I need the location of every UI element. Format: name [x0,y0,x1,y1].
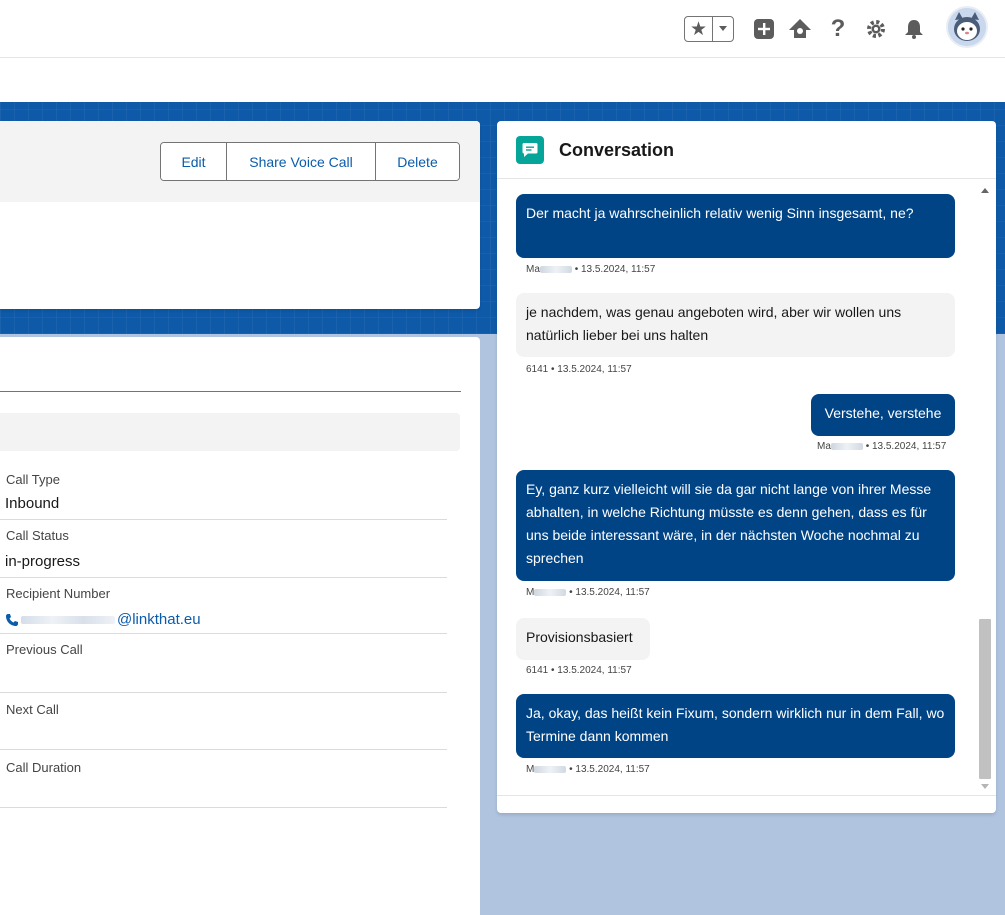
field-call-type: Call Type Inbound [0,466,447,520]
message-outgoing: Der macht ja wahrscheinlich relativ weni… [516,194,955,258]
recipient-domain: @linkthat.eu [117,611,201,628]
message-incoming: Provisionsbasiert [516,618,650,660]
message-meta: 6141 • 13.5.2024, 11:57 [526,364,632,375]
message-timestamp: • 13.5.2024, 11:57 [865,441,947,452]
share-voice-call-button[interactable]: Share Voice Call [227,143,376,180]
redacted-text [534,765,567,773]
add-icon[interactable] [752,17,776,41]
conversation-panel: Conversation Der macht ja wahrscheinlich… [497,121,996,813]
message-outgoing: Verstehe, verstehe [811,394,955,436]
message-meta: Ma • 13.5.2024, 11:57 [817,441,946,452]
message-outgoing: Ey, ganz kurz vielleicht will sie da gar… [516,470,955,581]
field-next-call: Next Call [0,693,447,750]
scroll-thumb[interactable] [979,619,991,779]
global-header: ★ ? [0,0,1005,58]
section-header[interactable] [0,413,460,451]
redacted-text [539,265,572,273]
message-meta: 6141 • 13.5.2024, 11:57 [526,665,632,676]
record-highlights-header: Edit Share Voice Call Delete [0,121,480,202]
delete-button[interactable]: Delete [376,143,459,180]
scroll-up-icon[interactable] [981,188,989,193]
trailhead-icon[interactable] [788,17,812,41]
field-value: Inbound [5,495,60,512]
conversation-title: Conversation [559,140,675,160]
redacted-text [534,588,567,596]
field-label: Call Status [6,528,69,543]
conversation-header: Conversation [497,121,996,179]
conversation-icon [516,136,544,164]
gear-icon[interactable] [864,17,888,41]
tab-underline [0,391,461,392]
field-previous-call: Previous Call [0,634,447,693]
message-timestamp: • 13.5.2024, 11:57 [574,264,656,275]
conversation-footer-divider [497,795,996,796]
message-meta: M • 13.5.2024, 11:57 [526,764,650,775]
field-label: Previous Call [6,642,83,657]
record-actions: Edit Share Voice Call Delete [160,142,460,181]
message-timestamp: • 13.5.2024, 11:57 [569,764,650,775]
message-outgoing: Ja, okay, das heißt kein Fixum, sondern … [516,694,955,758]
message-incoming: je nachdem, was genau angeboten wird, ab… [516,293,955,357]
navigation-bar [0,58,1005,102]
conversation-scrollbar[interactable] [977,184,993,798]
sender-name: Ma [817,441,831,452]
phone-icon [6,613,18,626]
field-label: Recipient Number [6,586,111,601]
redacted-text [830,442,863,450]
record-details-panel: Call Type Inbound Call Status in-progres… [0,337,480,915]
field-value: in-progress [5,553,81,570]
scroll-down-icon[interactable] [981,784,989,789]
chevron-down-icon[interactable] [713,17,733,41]
field-recipient-number: Recipient Number @linkthat.eu [0,578,447,634]
redacted-text [21,615,115,624]
message-meta: Ma • 13.5.2024, 11:57 [526,264,655,275]
sender-name: Ma [526,264,540,275]
avatar[interactable] [946,6,988,48]
message-meta: M • 13.5.2024, 11:57 [526,587,650,598]
field-call-status: Call Status in-progress [0,520,447,578]
field-label: Next Call [6,702,59,717]
message-timestamp: • 13.5.2024, 11:57 [569,587,650,598]
sender-name: M [526,587,535,598]
favorites-button-group[interactable]: ★ [684,16,734,42]
record-highlights-panel: Edit Share Voice Call Delete [0,121,480,309]
sender-name: M [526,764,535,775]
field-label: Call Type [6,472,60,487]
help-icon[interactable]: ? [826,15,850,42]
bell-icon[interactable] [902,17,926,41]
field-label: Call Duration [6,760,82,775]
recipient-number-link[interactable]: @linkthat.eu [5,611,201,628]
field-call-duration: Call Duration [0,750,447,808]
star-icon[interactable]: ★ [685,17,713,41]
edit-button[interactable]: Edit [161,143,227,180]
